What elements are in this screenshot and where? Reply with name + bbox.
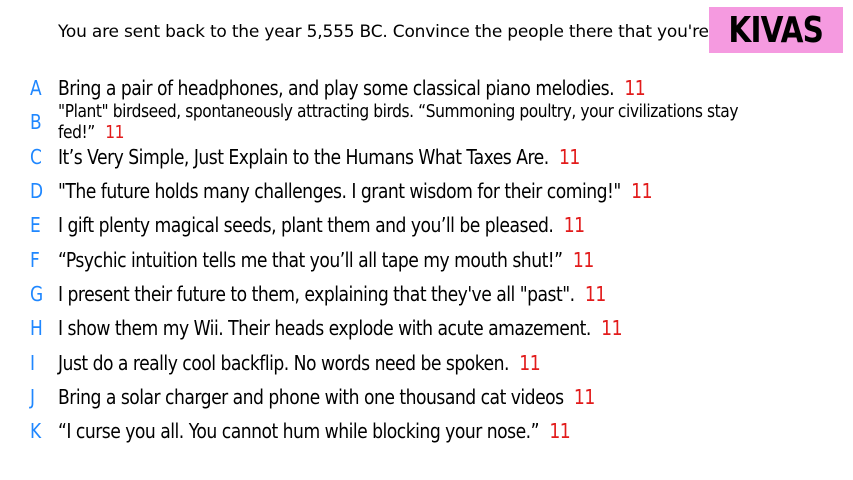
answer-row-h[interactable]: H I show them my Wii. Their heads explod… [0, 311, 853, 345]
answer-text: "Plant" birdseed, spontaneously attracti… [58, 101, 739, 144]
answer-body: It’s Very Simple, Just Explain to the Hu… [58, 145, 580, 169]
answer-score: 11 [584, 281, 606, 306]
answer-text: “Psychic intuition tells me that you’ll … [58, 247, 563, 272]
answer-body: “Psychic intuition tells me that you’ll … [58, 248, 594, 272]
answer-row-b[interactable]: B "Plant" birdseed, spontaneously attrac… [0, 101, 853, 143]
answer-row-d[interactable]: D "The future holds many challenges. I g… [0, 174, 853, 208]
answer-row-e[interactable]: E I gift plenty magical seeds, plant the… [0, 208, 853, 242]
answer-body: I gift plenty magical seeds, plant them … [58, 213, 585, 237]
answer-score: 11 [549, 419, 571, 444]
answer-body: "Plant" birdseed, spontaneously attracti… [58, 101, 742, 143]
answer-row-j[interactable]: J Bring a solar charger and phone with o… [0, 380, 853, 414]
answer-text: I present their future to them, explaini… [58, 281, 575, 306]
answer-body: “I curse you all. You cannot hum while b… [58, 419, 571, 444]
answer-score: 11 [601, 316, 623, 341]
answer-body: "The future holds many challenges. I gra… [58, 179, 653, 204]
answer-text: “I curse you all. You cannot hum while b… [58, 419, 540, 444]
answer-text: It’s Very Simple, Just Explain to the Hu… [58, 144, 549, 169]
answer-score: 11 [631, 179, 652, 204]
answer-body: Bring a solar charger and phone with one… [58, 385, 595, 409]
answer-row-k[interactable]: K “I curse you all. You cannot hum while… [0, 414, 853, 448]
answer-score: 11 [563, 213, 585, 238]
answer-score: 11 [558, 144, 580, 169]
answer-text: "The future holds many challenges. I gra… [58, 179, 621, 204]
answer-row-c[interactable]: C It’s Very Simple, Just Explain to the … [0, 140, 853, 174]
badge-label: KIVAS [728, 9, 825, 51]
answer-letter: G [30, 281, 44, 306]
game-badge: KIVAS [709, 7, 843, 53]
answer-letter: H [30, 316, 43, 341]
answer-score: 11 [572, 247, 594, 272]
answer-letter: D [30, 179, 44, 204]
answer-letter: A [30, 76, 42, 101]
answer-letter: F [30, 247, 40, 272]
question-prompt: You are sent back to the year 5,555 BC. … [58, 22, 767, 42]
answer-score: 11 [573, 384, 595, 409]
answer-row-i[interactable]: I Just do a really cool backflip. No wor… [0, 345, 853, 379]
answer-body: Bring a pair of headphones, and play som… [58, 76, 646, 101]
answer-letter: B [30, 110, 42, 135]
answer-text: I show them my Wii. Their heads explode … [58, 316, 591, 341]
answer-letter: J [30, 384, 36, 409]
answer-list: A Bring a pair of headphones, and play s… [0, 71, 853, 448]
answer-text: I gift plenty magical seeds, plant them … [58, 213, 554, 238]
answer-row-f[interactable]: F “Psychic intuition tells me that you’l… [0, 242, 853, 276]
answer-body: I present their future to them, explaini… [58, 282, 606, 306]
answer-letter: I [30, 350, 36, 375]
answer-letter: E [30, 213, 41, 238]
answer-letter: K [30, 419, 42, 444]
answer-row-g[interactable]: G I present their future to them, explai… [0, 277, 853, 311]
answer-text: Bring a pair of headphones, and play som… [58, 76, 615, 101]
answer-body: I show them my Wii. Their heads explode … [58, 316, 623, 341]
answer-score: 11 [519, 350, 541, 375]
answer-body: Just do a really cool backflip. No words… [58, 350, 541, 375]
answer-text: Just do a really cool backflip. No words… [58, 350, 509, 375]
answer-text: Bring a solar charger and phone with one… [58, 384, 564, 409]
answer-letter: C [30, 144, 42, 169]
answer-score: 11 [624, 76, 646, 101]
answer-row-a[interactable]: A Bring a pair of headphones, and play s… [0, 71, 853, 105]
